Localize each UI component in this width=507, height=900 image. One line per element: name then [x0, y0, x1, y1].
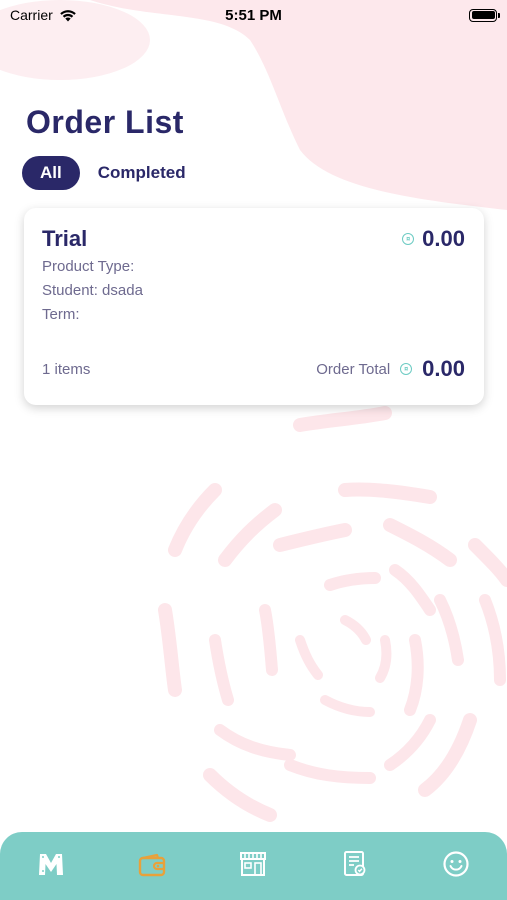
items-count: 1 items: [42, 360, 91, 378]
battery-icon: [469, 8, 500, 22]
price-value: 0.00: [422, 226, 465, 251]
home-logo-icon: [38, 854, 63, 875]
coin-icon: ¤: [402, 233, 415, 245]
status-left: Carrier: [10, 7, 77, 23]
product-type-label: Product Type:: [42, 258, 135, 275]
order-card-footer: 1 items Order Total ¤ 0.00: [42, 356, 465, 382]
order-card[interactable]: Trial ¤ 0.00 Product Type: Student: dsad…: [24, 208, 484, 405]
status-bar: Carrier 5:51 PM: [0, 0, 507, 30]
carrier-label: Carrier: [10, 7, 53, 23]
order-card-header: Trial ¤ 0.00: [42, 226, 465, 252]
coin-icon: ¤: [400, 363, 413, 375]
filter-tabs: All Completed: [22, 156, 186, 190]
nav-store[interactable]: [231, 842, 275, 886]
wallet-icon: [138, 853, 166, 877]
order-price: ¤ 0.00: [402, 226, 465, 252]
tab-all[interactable]: All: [22, 156, 80, 190]
store-icon: [240, 852, 267, 876]
page-title: Order List: [26, 104, 184, 140]
order-title: Trial: [42, 226, 88, 251]
bottom-tab-bar: [0, 832, 507, 900]
report-icon: [343, 851, 366, 876]
tab-completed[interactable]: Completed: [98, 156, 186, 190]
order-total-value: 0.00: [422, 356, 465, 381]
nav-home[interactable]: [29, 842, 73, 886]
smiley-icon: [443, 851, 469, 877]
nav-wallet[interactable]: [130, 842, 174, 886]
nav-profile[interactable]: [434, 842, 478, 886]
term-label: Term:: [42, 306, 80, 323]
order-total: Order Total ¤ 0.00: [316, 356, 465, 382]
nav-report[interactable]: [333, 842, 377, 886]
wifi-icon: [59, 9, 76, 21]
student-label: Student: dsada: [42, 282, 143, 299]
order-total-label: Order Total: [316, 360, 391, 378]
